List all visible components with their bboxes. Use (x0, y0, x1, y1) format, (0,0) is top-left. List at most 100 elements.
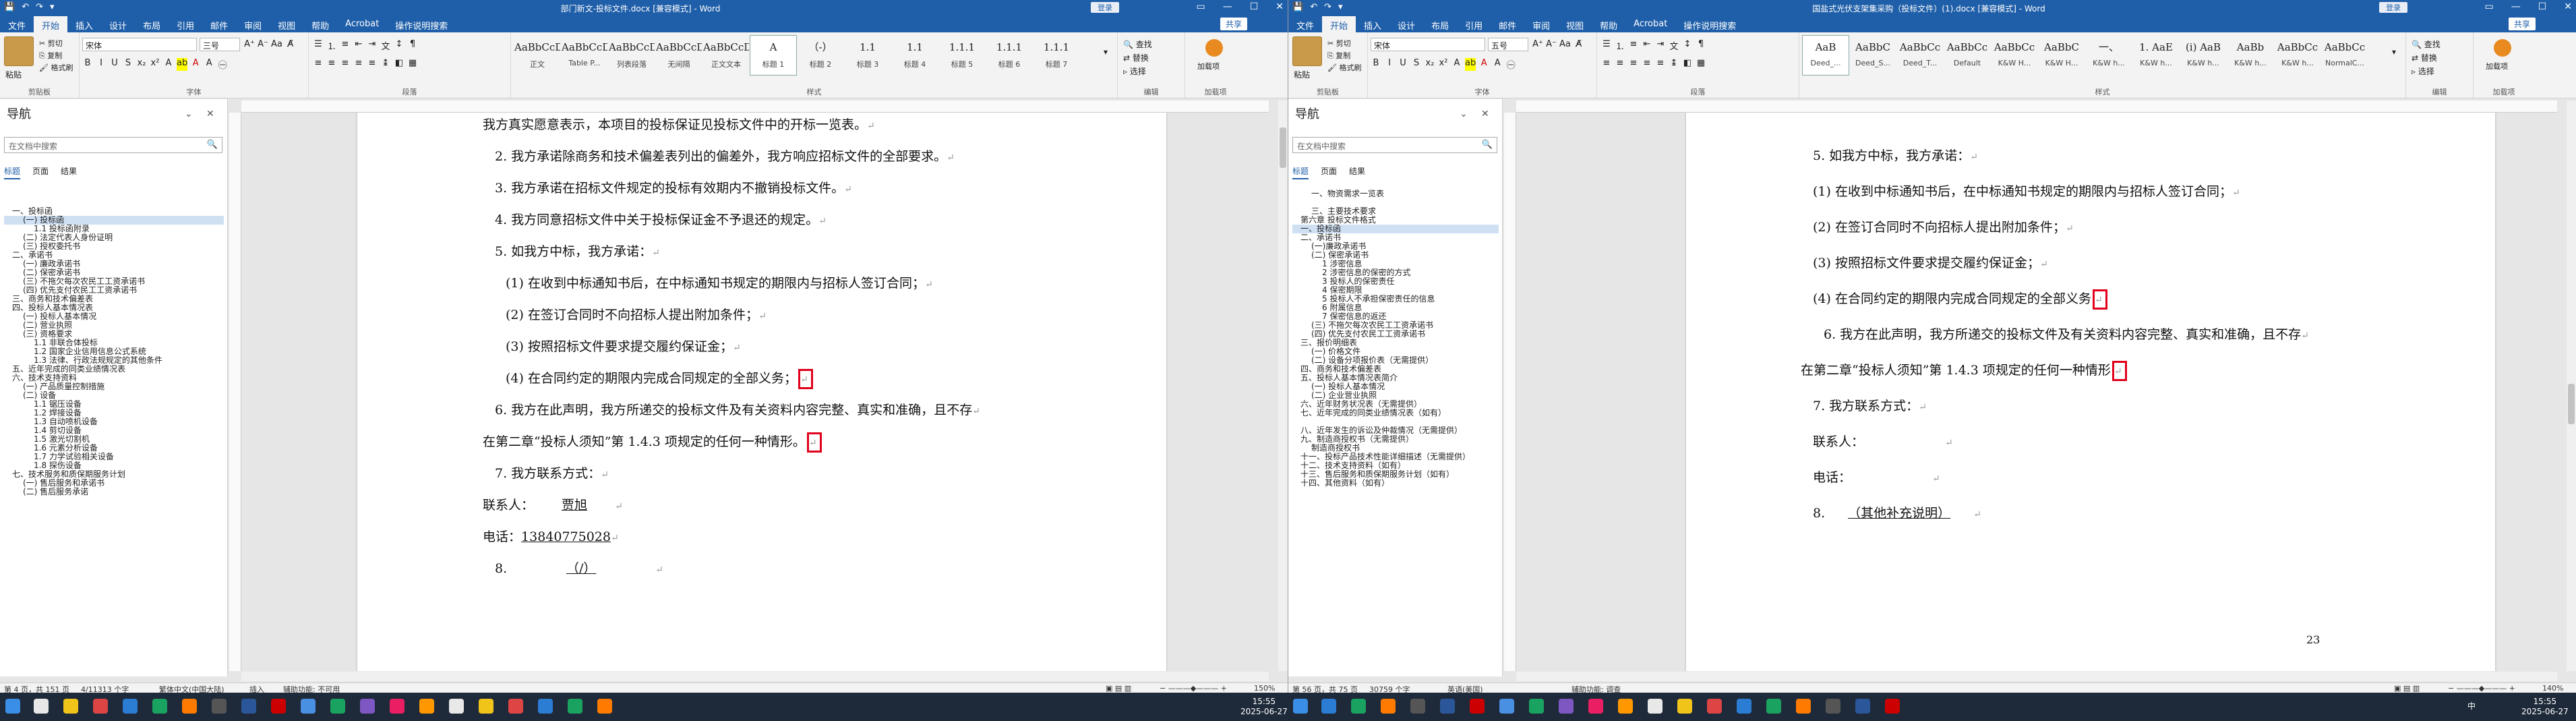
highlight-icon[interactable]: ab (1465, 58, 1476, 71)
taskbar-app-icon[interactable] (1351, 699, 1366, 714)
taskbar-app-icon[interactable] (1559, 699, 1574, 714)
increase-indent-icon[interactable]: ⇥ (367, 39, 378, 52)
taskbar-app-icon[interactable] (1618, 699, 1633, 714)
font-size-select[interactable]: 五号 (1488, 38, 1528, 51)
nav-tab-2[interactable]: 结果 (61, 165, 77, 179)
nav-heading-item[interactable]: 十一、投标产品技术性能详细描述（无需提供） (1292, 453, 1499, 461)
nav-heading-item[interactable]: (二) 保密承诺书 (1292, 251, 1499, 260)
style-3[interactable]: AaBbCc Default (1944, 35, 1991, 76)
style-11[interactable]: AaBbCc NormalC... (2321, 35, 2368, 76)
clear-format-icon[interactable]: A̸ (285, 39, 296, 49)
nav-heading-item[interactable]: 4 保密期限 (1292, 286, 1499, 295)
style-1[interactable]: AaBbC Deed_S... (1849, 35, 1896, 76)
tab-2[interactable]: 插入 (1356, 16, 1389, 32)
editing-item-2[interactable]: ▹ 选择 (2412, 65, 2440, 78)
strike-icon[interactable]: S (1411, 58, 1422, 71)
taskbar-app-icon[interactable] (1499, 699, 1514, 714)
nav-heading-item[interactable]: (三) 不拖欠每次农民工工资承诺书 (1292, 321, 1499, 330)
tab-10[interactable]: Acrobat (337, 16, 387, 32)
style-10[interactable]: 1.1.1 标题 6 (986, 35, 1033, 76)
style-5[interactable]: AaBbC K&W H... (2038, 35, 2085, 76)
paste-icon[interactable] (1292, 36, 1322, 66)
taskbar-app-icon[interactable] (1855, 699, 1870, 714)
view-icons[interactable]: ▣ ▤ ▥ (2394, 684, 2420, 693)
document-page[interactable]: 我方真实愿意表示，本项目的投标保证见投标文件中的开标一览表。↵ 2. 我方承诺除商… (357, 113, 1166, 671)
nav-heading-item[interactable]: (一) 投标函 (4, 216, 224, 225)
tab-3[interactable]: 设计 (101, 16, 135, 32)
vertical-scrollbar[interactable] (1278, 100, 1288, 671)
nav-heading-item[interactable]: 一、物资需求一览表 (1292, 190, 1499, 198)
nav-heading-item[interactable]: (二) 保密承诺书 (4, 268, 224, 277)
style-7[interactable]: 1. AaE K&W h... (2132, 35, 2180, 76)
tab-4[interactable]: 布局 (1423, 16, 1457, 32)
customize-icon[interactable]: ▾ (1338, 2, 1343, 12)
align-right-icon[interactable]: ≡ (340, 58, 351, 68)
nav-heading-item[interactable]: 第六章 投标文件格式 (1292, 216, 1499, 225)
nav-heading-item[interactable]: 十三、售后服务和质保期服务计划（如有） (1292, 470, 1499, 479)
nav-heading-item[interactable]: 制造商授权书 (1292, 444, 1499, 453)
taskbar-app-icon[interactable] (1440, 699, 1455, 714)
nav-heading-item[interactable]: (三) 不拖欠每次农民工工资承诺书 (4, 277, 224, 286)
nav-heading-item[interactable]: (四) 优先支付农民工工资承诺书 (1292, 330, 1499, 339)
style-0[interactable]: AaB Deed_... (1802, 35, 1849, 76)
nav-heading-item[interactable]: 八、近年发生的诉讼及仲裁情况（无需提供） (1292, 426, 1499, 435)
taskbar-app-icon[interactable] (538, 699, 553, 714)
multilevel-icon[interactable]: ≡ (1628, 39, 1639, 52)
nav-heading-item[interactable]: 1 涉密信息 (1292, 260, 1499, 268)
style-7[interactable]: 1.1 标题 3 (844, 35, 891, 76)
nav-heading-item[interactable]: 五、投标人基本情况表简介 (1292, 374, 1499, 382)
bullets-icon[interactable]: ☰ (313, 39, 324, 52)
nav-heading-item[interactable]: 3 投标人的保密责任 (1292, 277, 1499, 286)
nav-search-icon[interactable]: 🔍 (207, 140, 218, 150)
nav-heading-item[interactable]: 三、主要技术要求 (1292, 207, 1499, 216)
nav-heading-item[interactable]: (三) 资格要求 (4, 330, 224, 339)
taskbar-app-icon[interactable] (93, 699, 108, 714)
align-center-icon[interactable]: ≡ (326, 58, 337, 68)
font-color-icon[interactable]: A (1478, 58, 1489, 71)
nav-heading-item[interactable]: (二) 营业执照 (4, 321, 224, 330)
taskbar-app-icon[interactable] (34, 699, 49, 714)
nav-heading-item[interactable]: 1.2 焊接设备 (4, 409, 224, 417)
paste-button[interactable]: 粘贴 (5, 69, 22, 80)
editing-item-0[interactable]: 🔍 查找 (2412, 38, 2440, 51)
status-language[interactable]: 繁体中文(中国大陆) (159, 684, 224, 693)
justify-icon[interactable]: ≡ (353, 58, 364, 68)
taskbar-app-icon[interactable] (1737, 699, 1751, 714)
tab-2[interactable]: 插入 (67, 16, 101, 32)
tab-1[interactable]: 开始 (34, 16, 68, 32)
char-shade-icon[interactable]: A (204, 58, 214, 71)
taskbar-app-icon[interactable] (1796, 699, 1811, 714)
taskbar-app-icon[interactable] (182, 699, 197, 714)
taskbar-app-icon[interactable] (1321, 699, 1336, 714)
nav-heading-item[interactable]: 1.7 力学试验相关设备 (4, 453, 224, 461)
nav-heading-item[interactable]: (二) 设备分项报价表（无需提供） (1292, 356, 1499, 365)
maximize-button[interactable]: ☐ (2538, 1, 2547, 12)
status-accessibility[interactable]: 辅助功能: 调查 (1571, 684, 1621, 693)
taskbar-app-icon[interactable] (241, 699, 256, 714)
taskbar-app-icon[interactable] (1826, 699, 1840, 714)
style-2[interactable]: AaBbCcDd 列表段落 (608, 35, 655, 76)
taskbar-app-icon[interactable] (1885, 699, 1900, 714)
taskbar-app-icon[interactable] (271, 699, 286, 714)
nav-heading-item[interactable]: 九、制造商授权书（无需提供） (1292, 435, 1499, 444)
nav-heading-item[interactable]: 1.8 探伤设备 (4, 461, 224, 470)
tab-6[interactable]: 邮件 (1491, 16, 1524, 32)
nav-heading-item[interactable]: 1.4 剪切设备 (4, 426, 224, 435)
styles-more-icon[interactable]: ▾ (1104, 47, 1108, 57)
style-4[interactable]: AaBbCcDd 正文文本 (702, 35, 750, 76)
tray-clock-left[interactable]: 15:55 2025-06-27 (1240, 697, 1288, 717)
tray-clock-right[interactable]: 15:55 2025-06-27 (2521, 697, 2569, 717)
nav-heading-item[interactable]: (一)廉政承诺书 (1292, 242, 1499, 251)
tab-9[interactable]: 帮助 (1592, 16, 1625, 32)
nav-heading-item[interactable]: (一) 投标人基本情况 (1292, 382, 1499, 391)
tab-0[interactable]: 文件 (1288, 16, 1322, 32)
taskbar-app-icon[interactable] (1410, 699, 1425, 714)
status-language[interactable]: 英语(美国) (1447, 684, 1483, 693)
shrink-font-icon[interactable]: A⁻ (1546, 39, 1557, 49)
tab-6[interactable]: 邮件 (202, 16, 236, 32)
bullets-icon[interactable]: ☰ (1601, 39, 1612, 52)
taskbar-app-icon[interactable] (390, 699, 405, 714)
align-center-icon[interactable]: ≡ (1615, 58, 1625, 68)
nav-heading-item[interactable]: 1.1 非联合体投标 (4, 339, 224, 347)
chinese-layout-icon[interactable]: 文 (1669, 39, 1679, 52)
